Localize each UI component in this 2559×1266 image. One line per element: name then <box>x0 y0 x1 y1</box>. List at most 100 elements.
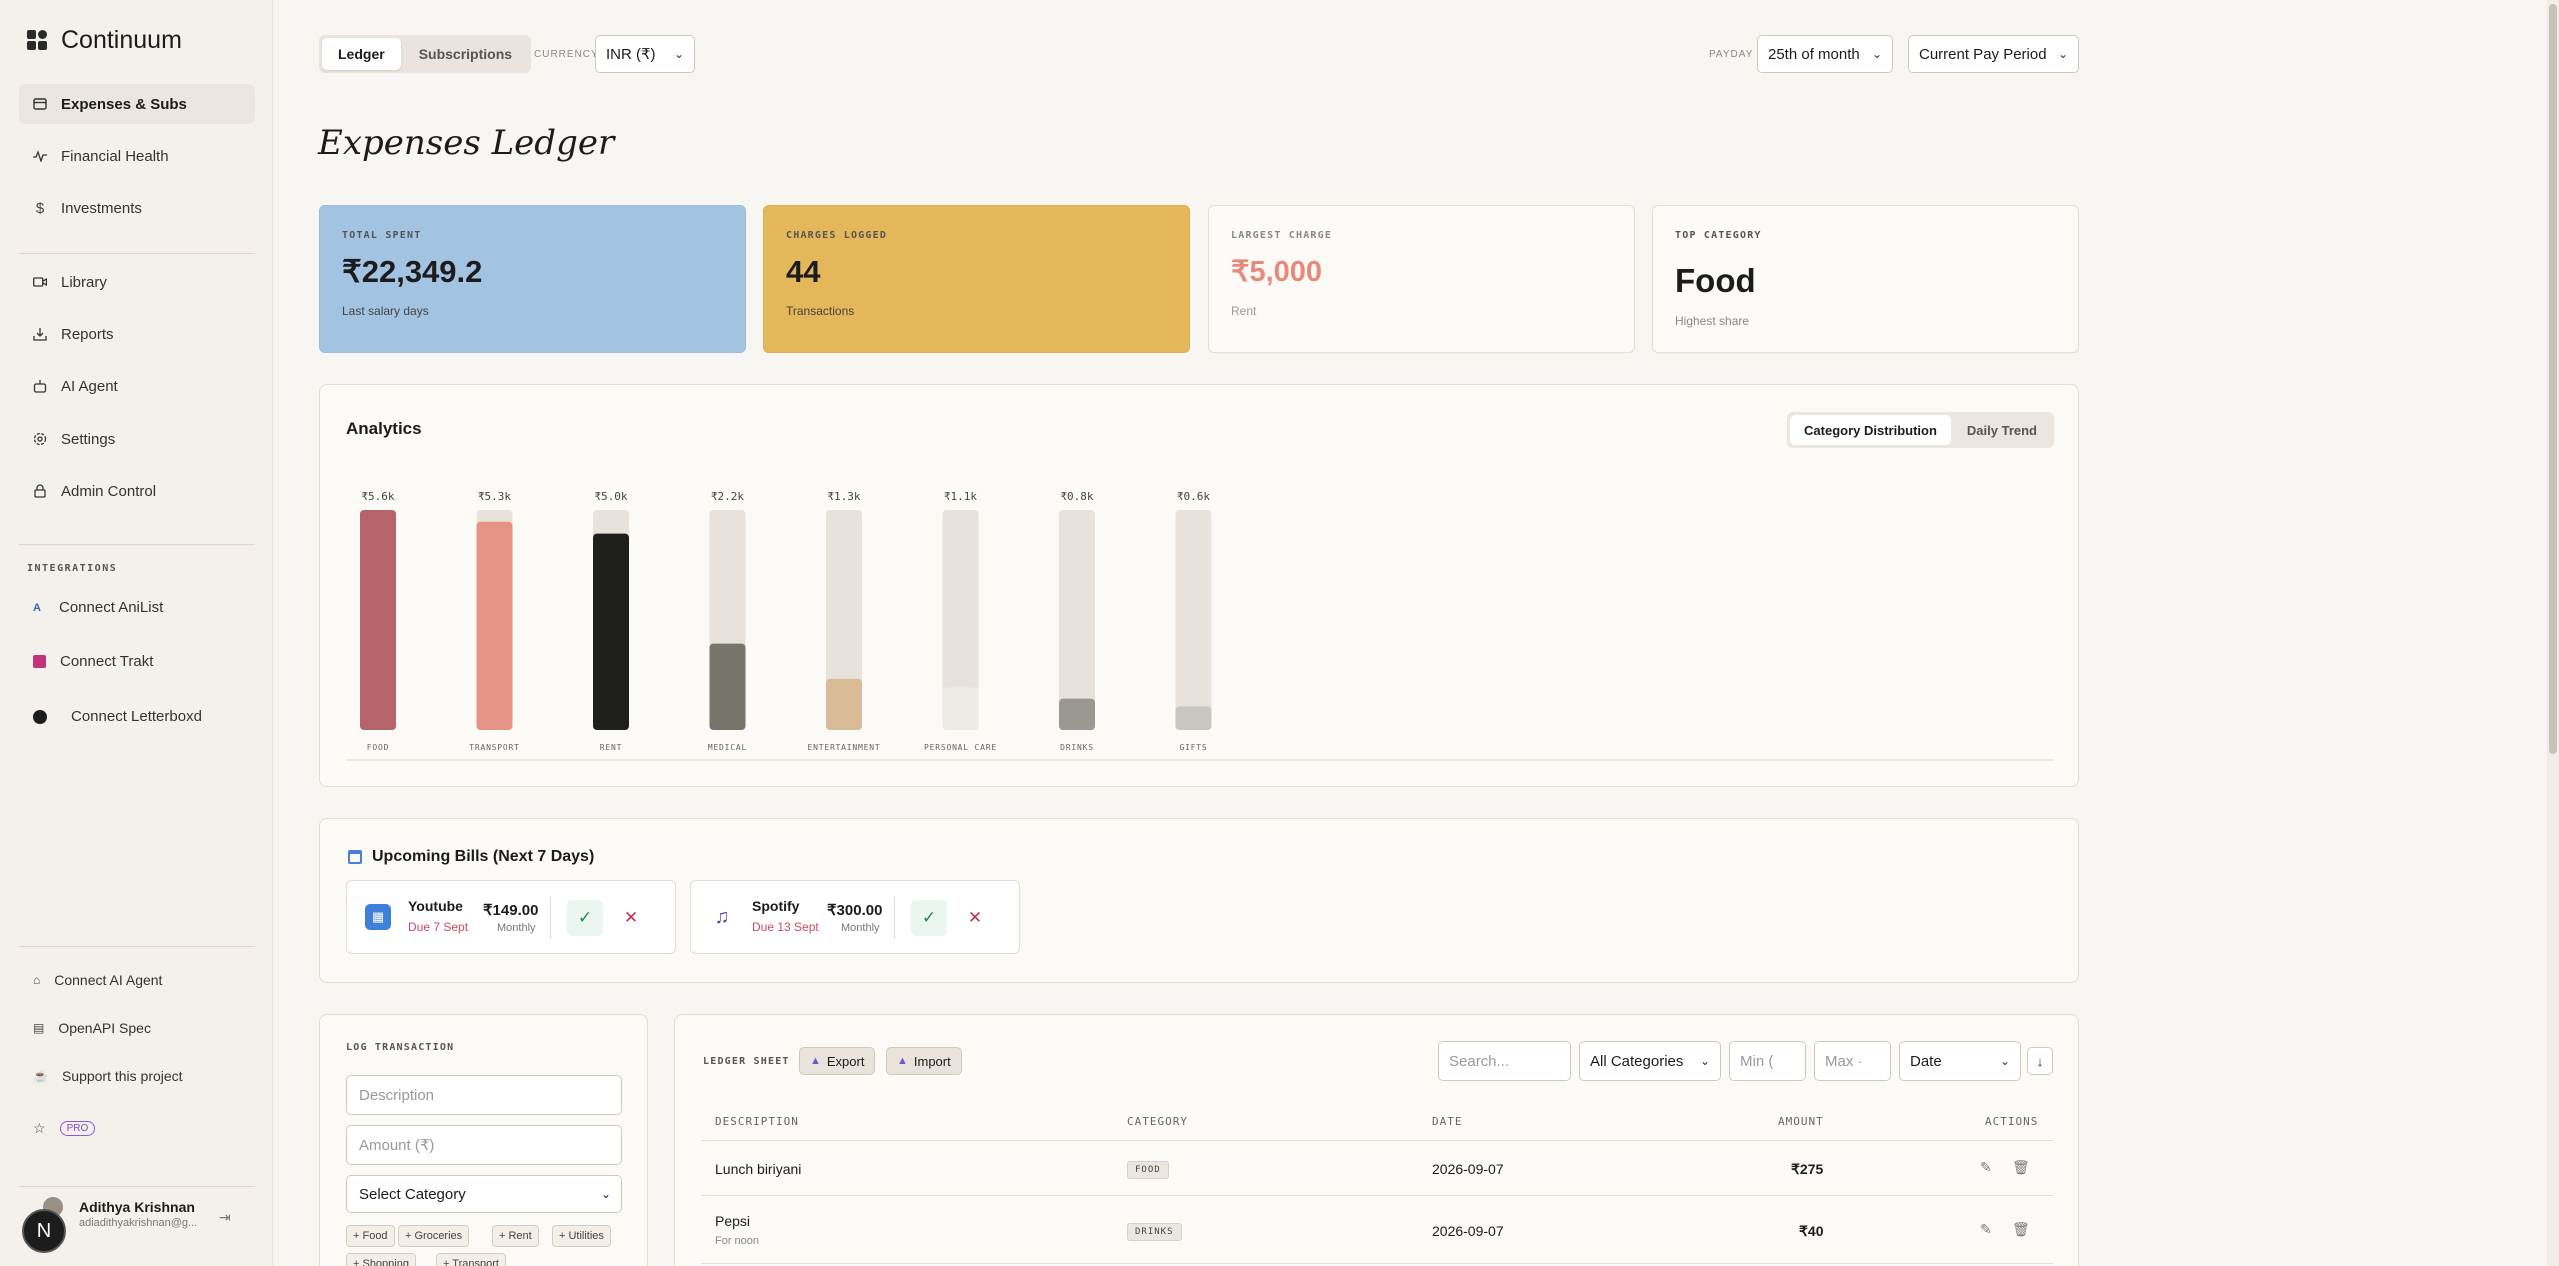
bar-gifts[interactable] <box>1175 706 1212 730</box>
sidebar-item-admin-control[interactable]: Admin Control <box>19 471 255 511</box>
pro-row[interactable]: ☆ PRO <box>33 1120 96 1137</box>
period-select[interactable]: Current Pay Period ⌄ <box>1908 35 2079 73</box>
trash-icon[interactable]: 🗑 <box>2012 1159 2030 1176</box>
bill-amount: ₹300.00 <box>827 902 883 919</box>
bar-value-label: ₹5.0k <box>594 490 627 503</box>
trash-icon[interactable]: 🗑 <box>2012 1221 2030 1238</box>
category-filter-value: All Categories <box>1590 1052 1684 1070</box>
column-header[interactable]: AMOUNT <box>1778 1115 1824 1128</box>
bar-value-label: ₹0.6k <box>1177 490 1210 503</box>
kpi-value: Food <box>1675 262 1756 299</box>
search-input[interactable]: Search... <box>1438 1041 1571 1081</box>
sort-direction-button[interactable]: ↓ <box>2027 1047 2053 1075</box>
chevron-down-icon: ⌄ <box>600 1187 611 1201</box>
bot-icon <box>33 379 47 393</box>
payday-select[interactable]: 25th of month ⌄ <box>1757 35 1893 73</box>
sidebar-item-expenses[interactable]: Expenses & Subs <box>19 84 255 124</box>
quick-category-chip[interactable]: + Shopping <box>346 1253 416 1266</box>
quick-category-chip[interactable]: + Rent <box>492 1225 539 1247</box>
brand[interactable]: Continuum <box>27 26 182 55</box>
sidebar-item-ai-agent[interactable]: AI Agent <box>19 366 255 406</box>
log-transaction-panel: LOG TRANSACTION Description Amount (₹) S… <box>319 1014 648 1266</box>
sidebar-item-settings[interactable]: Settings <box>19 419 255 459</box>
app-name: Continuum <box>61 26 182 54</box>
footer-label: Support this project <box>61 1068 183 1084</box>
period-value: Current Pay Period <box>1919 45 2047 63</box>
connect-trakt[interactable]: Connect Trakt <box>33 653 153 670</box>
bills-header: Upcoming Bills (Next 7 Days) <box>348 848 594 866</box>
edit-icon[interactable]: ✎ <box>1980 1221 1992 1238</box>
category-filter-select[interactable]: All Categories ⌄ <box>1579 1041 1721 1081</box>
bar-medical[interactable] <box>709 643 746 730</box>
row-description: Lunch biriyani <box>715 1161 802 1177</box>
category-tick-label: ENTERTAINMENT <box>807 743 880 752</box>
row-description: Pepsi <box>715 1213 751 1229</box>
quick-category-chip[interactable]: + Transport <box>436 1253 506 1266</box>
column-header[interactable]: DESCRIPTION <box>715 1115 799 1128</box>
sidebar-item-investments[interactable]: $ Investments <box>19 188 255 228</box>
support-project[interactable]: ☕ Support this project <box>33 1068 183 1084</box>
currency-select[interactable]: INR (₹) ⌄ <box>595 35 695 73</box>
sidebar-item-reports[interactable]: Reports <box>19 314 255 354</box>
quick-category-chip[interactable]: + Food <box>346 1225 395 1247</box>
bar-transport[interactable] <box>476 521 513 730</box>
openapi-spec[interactable]: ▤ OpenAPI Spec <box>33 1020 151 1036</box>
bill-name: Youtube <box>408 898 463 914</box>
mark-paid-button[interactable]: ✓ <box>911 900 947 936</box>
chevron-down-icon: ⌄ <box>1699 1054 1710 1068</box>
category-tick-label: FOOD <box>367 743 389 752</box>
description-input[interactable]: Description <box>346 1075 622 1115</box>
footer-label: OpenAPI Spec <box>58 1020 151 1036</box>
dismiss-button[interactable]: ✕ <box>613 900 649 936</box>
bar-personal-care[interactable] <box>942 686 979 730</box>
view-tabs: Ledger Subscriptions <box>319 35 532 73</box>
category-tick-label: MEDICAL <box>708 743 747 752</box>
tab-subscriptions[interactable]: Subscriptions <box>403 38 528 70</box>
quick-category-chip[interactable]: + Groceries <box>398 1225 470 1247</box>
bar-rent[interactable] <box>593 533 629 730</box>
divider <box>19 544 255 545</box>
sidebar-item-library[interactable]: Library <box>19 262 255 302</box>
column-header[interactable]: ACTIONS <box>1985 1115 2038 1128</box>
divider <box>19 253 255 254</box>
payday-value: 25th of month <box>1768 45 1860 63</box>
import-label: Import <box>913 1053 951 1069</box>
bar-entertainment[interactable] <box>826 678 862 730</box>
bill-card: ▦ Youtube Due 7 Sept ₹149.00 Monthly ✓ ✕ <box>346 880 676 954</box>
dismiss-button[interactable]: ✕ <box>957 900 993 936</box>
logout-icon[interactable]: ⇥ <box>219 1209 231 1226</box>
book-icon: ▤ <box>33 1021 45 1035</box>
bill-due: Due 7 Sept <box>408 920 469 934</box>
column-header[interactable]: DATE <box>1432 1115 1463 1128</box>
kpi-value: ₹5,000 <box>1231 256 1323 288</box>
edit-icon[interactable]: ✎ <box>1980 1159 1992 1176</box>
scrollbar[interactable] <box>2547 0 2559 1266</box>
user-profile[interactable]: N Adithya Krishnan adiadithyakrishnan@g.… <box>19 1186 255 1266</box>
row-note: For noon <box>715 1235 760 1247</box>
kpi-total-spent: TOTAL SPENT ₹22,349.2 Last salary days <box>319 205 746 353</box>
kpi-charges-logged: CHARGES LOGGED 44 Transactions <box>763 205 1190 353</box>
category-tick-label: DRINKS <box>1060 743 1094 752</box>
scrollbar-thumb[interactable] <box>2549 4 2557 754</box>
avatar-letter[interactable]: N <box>22 1209 66 1253</box>
tab-ledger[interactable]: Ledger <box>322 38 401 70</box>
connect-letterboxd[interactable]: Connect Letterboxd <box>33 708 202 725</box>
amount-input[interactable]: Amount (₹) <box>346 1125 622 1165</box>
bar-drinks[interactable] <box>1059 698 1095 730</box>
connect-ai-agent[interactable]: ⌂ Connect AI Agent <box>33 972 162 988</box>
bar-value-label: ₹1.3k <box>827 490 860 503</box>
category-badge: DRINKS <box>1127 1223 1182 1241</box>
min-amount-input[interactable]: Min ( <box>1729 1041 1806 1081</box>
category-select[interactable]: Select Category ⌄ <box>346 1175 622 1213</box>
sidebar-item-financial-health[interactable]: Financial Health <box>19 136 255 176</box>
connect-anilist[interactable]: A Connect AniList <box>33 599 163 616</box>
max-amount-input[interactable]: Max · <box>1814 1041 1891 1081</box>
mark-paid-button[interactable]: ✓ <box>567 900 603 936</box>
import-button[interactable]: ▲ Import <box>886 1047 962 1075</box>
column-header[interactable]: CATEGORY <box>1127 1115 1188 1128</box>
sort-select[interactable]: Date ⌄ <box>1899 1041 2021 1081</box>
gear-icon <box>33 432 47 446</box>
export-button[interactable]: ▲ Export <box>799 1047 876 1075</box>
quick-category-chip[interactable]: + Utilities <box>552 1225 611 1247</box>
bar-food[interactable] <box>360 510 396 730</box>
